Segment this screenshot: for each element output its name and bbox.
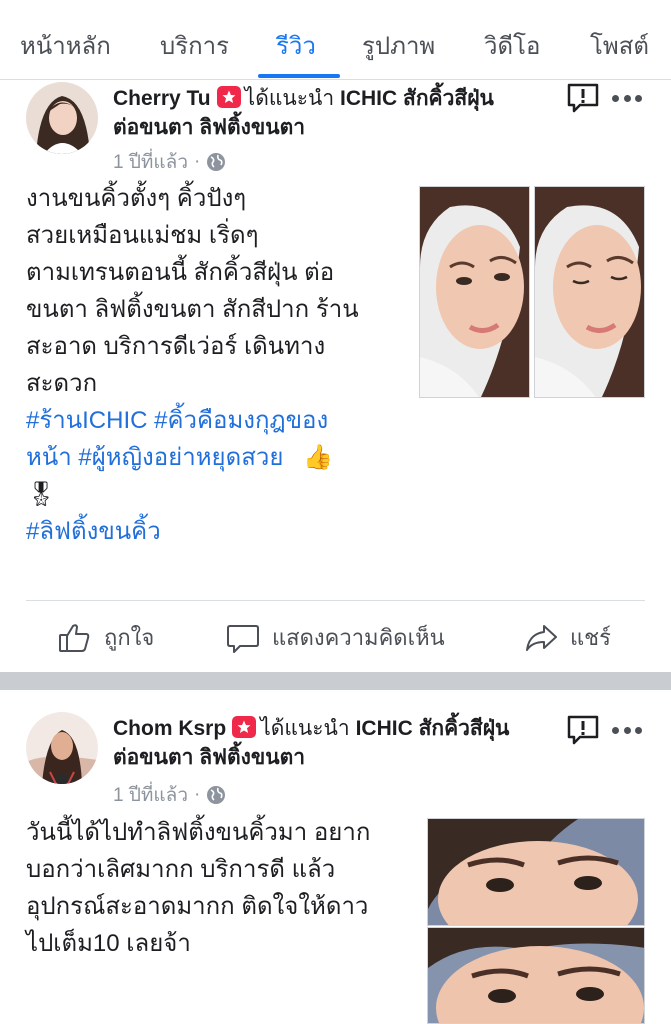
post-header: Cherry Tu ได้แนะนำ ICHIC สักคิ้วสีฝุ่น ต่… [113,84,553,142]
page-name[interactable]: ICHIC สักคิ้วสีฝุ่น [356,717,510,740]
review-post: Chom Ksrp ได้แนะนำ ICHIC สักคิ้วสีฝุ่น ต่… [0,690,671,1024]
tab-home[interactable]: หน้าหลัก [20,26,111,65]
review-photo[interactable] [419,186,530,398]
post-text-line: งานขนคิ้วตั้งๆ คิ้วปังๆ [26,185,247,212]
share-icon [526,624,557,651]
post-text-line: ไปเต็ม10 เลยจ้า [26,930,191,957]
avatar[interactable] [26,712,98,784]
more-options-button[interactable] [612,92,642,104]
post-divider [26,600,645,601]
author-name[interactable]: Cherry Tu [113,87,211,110]
post-time[interactable]: 1 ปีที่แล้ว [113,780,188,810]
tab-photos[interactable]: รูปภาพ [362,26,435,65]
share-button[interactable]: แชร์ [524,620,611,655]
post-meta: 1 ปีที่แล้ว · [113,780,226,810]
globe-icon [207,786,226,804]
tab-services[interactable]: บริการ [160,26,229,65]
post-header: Chom Ksrp ได้แนะนำ ICHIC สักคิ้วสีฝุ่น ต่… [113,714,553,772]
comment-icon [227,624,259,653]
post-text-line: ขนตา ลิฟติ้งขนตา สักสีปาก ร้าน [26,296,359,323]
page-name[interactable]: ICHIC สักคิ้วสีฝุ่น [340,87,494,110]
post-text: งานขนคิ้วตั้งๆ คิ้วปังๆ สวยเหมือนแม่ชม เ… [26,180,359,550]
tab-videos[interactable]: วิดีโอ [484,26,540,65]
post-meta: 1 ปีที่แล้ว · [113,147,226,177]
comment-label: แสดงความคิดเห็น [272,625,445,650]
medal-emoji: 🎖 [26,481,57,508]
hashtag-line[interactable]: #ร้านICHIC #คิ้วคือมงกุฎของ [26,402,359,439]
recommend-text: ได้แนะนำ [260,717,350,740]
post-text: วันนี้ได้ไปทำลิฟติ้งขนคิ้วมา อยาก บอกว่า… [26,814,370,962]
post-text-line: อุปกรณ์สะอาดมากก ติดใจให้ดาว [26,893,369,920]
thumbs-up-emoji: 👍 [303,444,334,471]
recommend-text: ได้แนะนำ [244,87,335,110]
more-options-button[interactable] [612,724,642,736]
review-post: Cherry Tu ได้แนะนำ ICHIC สักคิ้วสีฝุ่น ต่… [0,80,671,672]
recommend-icon [216,86,241,108]
tab-reviews[interactable]: รีวิว [276,26,316,65]
tab-posts[interactable]: โพสต์ [590,26,649,65]
hashtag-line[interactable]: หน้า #ผู้หญิงอย่าหยุดสวย [26,444,283,471]
share-label: แชร์ [570,625,611,650]
review-photo[interactable] [427,927,645,1024]
post-separator [0,672,671,690]
page-name-continued[interactable]: ต่อขนตา ลิฟติ้งขนตา [113,746,305,769]
comment-button[interactable]: แสดงความคิดเห็น [226,620,445,655]
report-icon [567,83,599,113]
review-photo[interactable] [427,818,645,926]
page-name-continued[interactable]: ต่อขนตา ลิฟติ้งขนตา [113,116,305,139]
author-name[interactable]: Chom Ksrp [113,717,226,740]
like-button[interactable]: ถูกใจ [58,620,154,655]
post-text-line: ตามเทรนตอนนี้ สักคิ้วสีฝุ่น ต่อ [26,259,335,286]
avatar[interactable] [26,82,98,154]
post-text-line: สะดวก [26,370,98,397]
report-button[interactable] [566,82,600,114]
page-tab-bar: หน้าหลัก บริการ รีวิว รูปภาพ วิดีโอ โพสต… [0,0,671,80]
post-text-line: สวยเหมือนแม่ชม เริ่ดๆ [26,222,259,249]
active-tab-indicator [258,74,340,78]
hashtag-line[interactable]: #ลิฟติ้งขนคิ้ว [26,513,359,550]
thumbs-up-icon [59,623,90,652]
report-icon [567,715,599,745]
post-text-line: วันนี้ได้ไปทำลิฟติ้งขนคิ้วมา อยาก [26,819,371,846]
like-label: ถูกใจ [104,625,155,650]
post-time[interactable]: 1 ปีที่แล้ว [113,147,188,177]
recommend-icon [232,716,257,738]
post-text-line: บอกว่าเลิศมากก บริการดี แล้ว [26,856,336,883]
report-button[interactable] [566,714,600,746]
review-photo[interactable] [534,186,645,398]
post-text-line: สะอาด บริการดีเว่อร์ เดินทาง [26,333,326,360]
globe-icon [207,153,226,171]
